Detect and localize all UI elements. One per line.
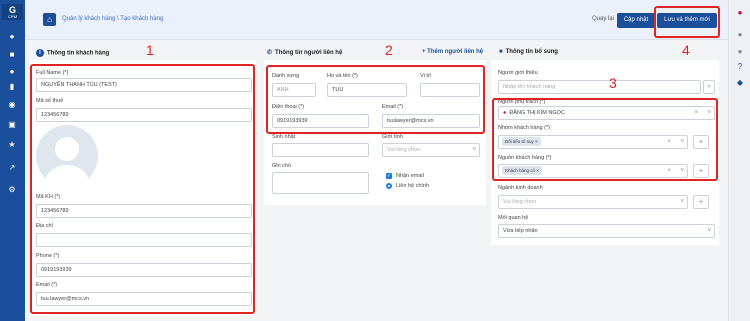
update-button[interactable]: Cập nhật	[617, 13, 655, 28]
breadcrumb[interactable]: Quản lý khách hàng \ Tạo khách hàng	[62, 16, 163, 22]
annotation-number-3: 3	[609, 75, 617, 91]
referrer-label: Người giới thiệu	[498, 70, 538, 76]
document-icon[interactable]: ▮	[6, 82, 18, 92]
dob-input[interactable]	[272, 143, 369, 157]
chevron-down-icon: ˅	[472, 147, 476, 153]
industry-select[interactable]: Vui lòng chọn ˅	[498, 195, 688, 209]
receive-email-checkbox[interactable]: ✓	[386, 173, 392, 179]
globe-icon[interactable]: ◉	[6, 100, 18, 110]
home-icon[interactable]: ⌂	[43, 13, 56, 26]
main-contact-radio[interactable]	[386, 183, 392, 189]
bell-icon[interactable]: ●	[734, 30, 746, 40]
referrer-input[interactable]: Nhập tên khách hàng	[498, 80, 701, 94]
avatar-icon[interactable]: ●	[734, 8, 746, 18]
industry-label: Ngành kinh doanh	[498, 185, 543, 191]
right-toolbar: ● ● ● ? ◆	[728, 0, 750, 321]
receive-email-label: Nhận email	[396, 173, 424, 179]
contact-section-title: ✆ Thông tin người liên hệ	[267, 50, 343, 56]
gender-label: Giới tính	[382, 134, 404, 140]
contacts-icon[interactable]: ●	[6, 67, 18, 77]
chart-icon[interactable]: ↗	[6, 163, 18, 173]
annotation-box-3	[492, 98, 718, 181]
tag-icon[interactable]: ◆	[734, 78, 746, 88]
annotation-number-4: 4	[682, 42, 690, 58]
add-industry-button[interactable]: +	[693, 195, 709, 209]
star-icon[interactable]: ★	[6, 140, 18, 150]
help-icon[interactable]: ?	[734, 62, 746, 72]
phone-icon: ✆	[267, 50, 273, 56]
referrer-dropdown-toggle[interactable]: ˅	[703, 80, 715, 94]
annotation-box-1	[30, 64, 255, 314]
annotation-number-2: 2	[385, 42, 393, 58]
annotation-box-2	[266, 65, 485, 134]
top-bar: ⌂ Quản lý khách hàng \ Tạo khách hàng Qu…	[25, 0, 728, 40]
main-contact-label: Liên hệ chính	[396, 183, 430, 189]
additional-section-title: ■ Thông tin bổ sung	[499, 49, 558, 55]
briefcase-icon: ■	[499, 49, 503, 55]
gender-select[interactable]: Vui lòng chọn ˅	[382, 143, 480, 157]
customer-section-title: i Thông tin khách hàng	[36, 49, 109, 57]
left-sidebar: G CRM ● ■ ● ▮ ◉ ▣ ★ ↗ ⚙	[0, 0, 25, 321]
relation-select[interactable]: Vừa tiếp nhận ˅	[498, 224, 715, 238]
gear-icon[interactable]: ⚙	[6, 185, 18, 195]
cart-icon[interactable]: ▣	[6, 120, 18, 130]
user-icon[interactable]: ●	[6, 32, 18, 42]
chat-icon[interactable]: ●	[734, 47, 746, 57]
add-contact-link[interactable]: + Thêm người liên hệ	[422, 49, 483, 55]
app-logo[interactable]: G CRM	[2, 4, 23, 20]
briefcase-icon[interactable]: ■	[6, 50, 18, 60]
note-label: Ghi chú	[272, 163, 291, 169]
annotation-box-4	[654, 6, 720, 38]
info-icon: i	[36, 49, 44, 57]
back-button[interactable]: Quay lại	[592, 16, 614, 22]
relation-label: Mối quan hệ	[498, 215, 529, 221]
dob-label: Sinh nhật	[272, 134, 296, 140]
chevron-down-icon: ˅	[707, 228, 711, 234]
chevron-down-icon: ˅	[680, 199, 684, 205]
annotation-number-1: 1	[146, 42, 154, 58]
note-textarea[interactable]	[272, 172, 369, 194]
